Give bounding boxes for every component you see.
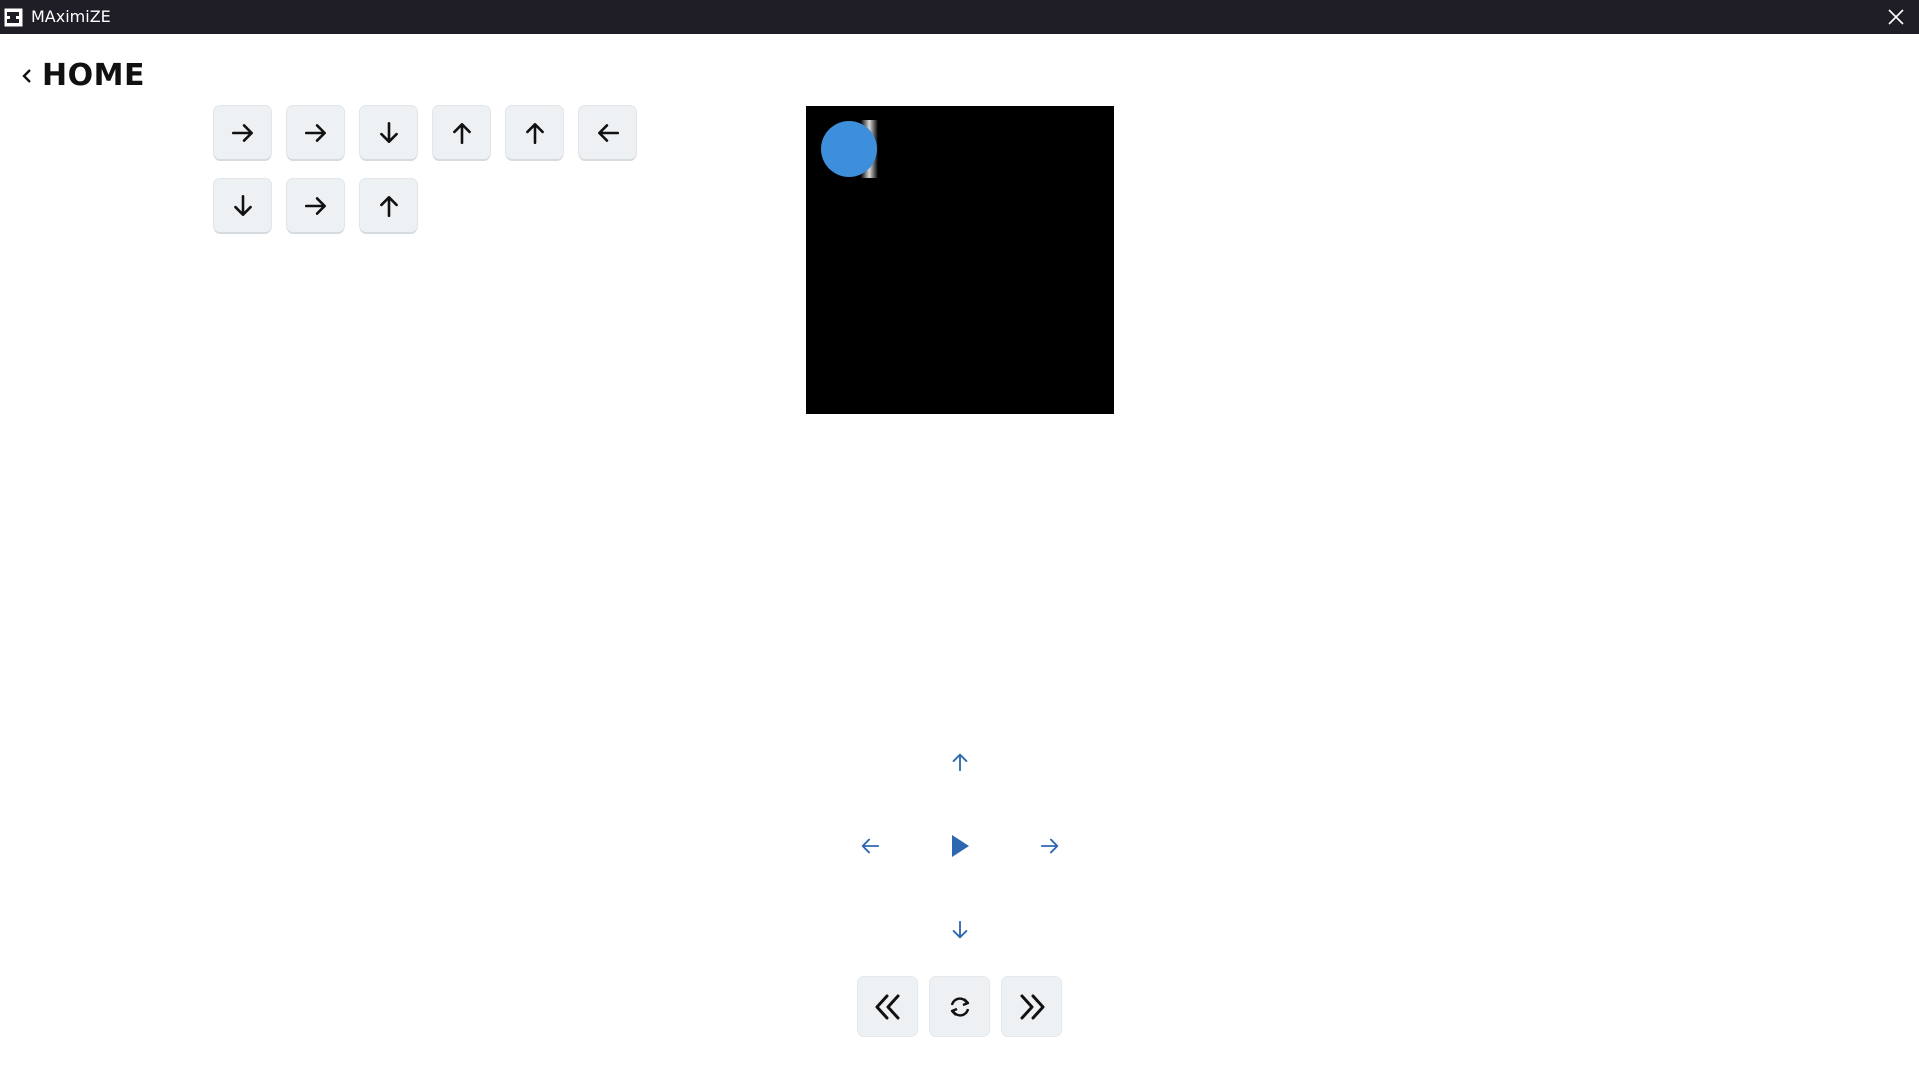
command-tile-left[interactable] bbox=[579, 106, 636, 159]
arrow-up-icon bbox=[952, 753, 968, 772]
fast-forward-icon bbox=[1020, 994, 1044, 1019]
arrow-up-icon bbox=[525, 122, 544, 144]
move-down-button[interactable] bbox=[940, 910, 980, 950]
reset-button[interactable] bbox=[930, 977, 989, 1036]
arrow-left-icon bbox=[597, 123, 619, 142]
move-up-button[interactable] bbox=[940, 742, 980, 782]
rewind-button[interactable] bbox=[858, 977, 917, 1036]
arrow-right-icon bbox=[304, 123, 326, 142]
close-button[interactable] bbox=[1873, 0, 1919, 34]
arrow-right-icon bbox=[231, 123, 253, 142]
command-tile-up[interactable] bbox=[506, 106, 563, 159]
arrow-down-icon bbox=[952, 920, 968, 939]
ball-sprite bbox=[820, 120, 878, 178]
window-title: MAximiZE bbox=[31, 7, 111, 26]
command-tile-right[interactable] bbox=[214, 106, 271, 159]
play-button[interactable] bbox=[940, 826, 980, 866]
maze-board bbox=[806, 106, 1114, 414]
command-tile-right[interactable] bbox=[287, 106, 344, 159]
arrow-right-icon bbox=[304, 196, 326, 215]
arrow-down-icon bbox=[379, 121, 398, 143]
command-tile-down[interactable] bbox=[214, 179, 271, 232]
arrow-right-icon bbox=[1040, 838, 1059, 854]
close-icon bbox=[1888, 9, 1904, 25]
move-left-button[interactable] bbox=[850, 826, 890, 866]
reset-icon bbox=[950, 996, 969, 1017]
command-tile-right[interactable] bbox=[287, 179, 344, 232]
title-bar: MAximiZE bbox=[0, 0, 1919, 34]
move-right-button[interactable] bbox=[1030, 826, 1070, 866]
home-back-link[interactable]: HOME bbox=[22, 58, 145, 93]
rewind-icon bbox=[875, 994, 899, 1019]
command-tile-down[interactable] bbox=[360, 106, 417, 159]
command-tile-up[interactable] bbox=[360, 179, 417, 232]
arrow-up-icon bbox=[452, 122, 471, 144]
home-label: HOME bbox=[42, 58, 145, 93]
command-tile-up[interactable] bbox=[433, 106, 490, 159]
arrow-left-icon bbox=[861, 838, 880, 854]
chevron-left-icon bbox=[22, 68, 31, 83]
play-icon bbox=[952, 835, 969, 857]
app-logo-icon bbox=[4, 8, 23, 27]
arrow-down-icon bbox=[233, 194, 252, 216]
fast-forward-button[interactable] bbox=[1002, 977, 1061, 1036]
arrow-up-icon bbox=[379, 195, 398, 217]
